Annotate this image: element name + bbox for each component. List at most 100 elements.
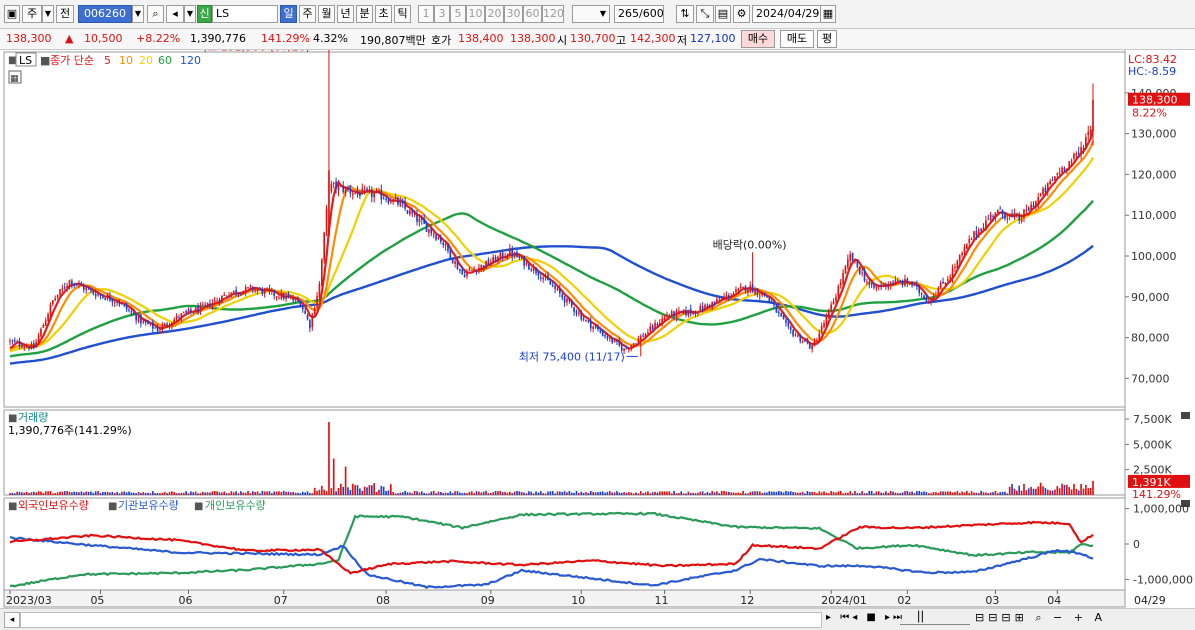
volume-bar — [856, 493, 859, 495]
period-2-button[interactable]: 월 — [318, 5, 335, 23]
calendar-icon[interactable]: ▦ — [820, 5, 836, 23]
interval-20-button[interactable]: 20 — [485, 5, 504, 23]
period-5-button[interactable]: 초 — [375, 5, 392, 23]
volume-bar — [713, 492, 716, 495]
interval-10-button[interactable]: 10 — [466, 5, 485, 23]
candle-body — [1063, 167, 1066, 171]
candle-body — [732, 293, 735, 297]
candle-body — [166, 323, 168, 326]
candle-body — [199, 305, 202, 312]
scroll-track[interactable] — [20, 612, 822, 628]
volume-bar — [168, 492, 171, 495]
candle-body — [478, 267, 480, 272]
volume-bar — [851, 493, 854, 495]
interval-120-button[interactable]: 120 — [542, 5, 564, 23]
volume-bar — [304, 492, 306, 495]
volume-bar — [520, 492, 523, 495]
chart-tools-icon[interactable]: ⇅ — [676, 5, 694, 23]
volume-bar — [535, 491, 537, 495]
volume-bar — [511, 493, 514, 495]
candle-body — [932, 296, 935, 302]
volume-bar — [444, 492, 447, 495]
candle-body — [582, 318, 585, 320]
interval-select[interactable]: ▼ — [572, 5, 610, 23]
y-tick-label: 110,000 — [1131, 209, 1177, 222]
candle-body — [25, 346, 28, 348]
credit-badge: 신 — [197, 5, 212, 23]
chevron-down-icon[interactable]: ▼ — [42, 5, 54, 23]
period-3-button[interactable]: 년 — [337, 5, 354, 23]
period-4-button[interactable]: 분 — [356, 5, 373, 23]
volume-bar — [240, 491, 242, 495]
period-6-button[interactable]: 틱 — [394, 5, 411, 23]
volume-bar — [423, 493, 425, 495]
low-price: 127,100 — [690, 32, 736, 45]
candle-body — [154, 327, 157, 329]
period-1-button[interactable]: 주 — [299, 5, 316, 23]
buy-button[interactable]: 매수 — [741, 30, 775, 48]
volume-bar — [582, 492, 585, 495]
interval-60-button[interactable]: 60 — [523, 5, 542, 23]
gear-icon[interactable]: ⚙ — [733, 5, 750, 23]
volume-bar — [935, 492, 937, 495]
volume-bar — [758, 491, 761, 495]
candle-body — [939, 283, 942, 289]
stock-chart[interactable]: 70,000 80,000 90,000 100,000 110,000 120,000 1… — [0, 50, 1195, 608]
interval-30-button[interactable]: 30 — [504, 5, 523, 23]
candle-body — [1065, 168, 1068, 171]
volume-bar — [459, 492, 461, 495]
chart-scrollbar[interactable]: ◂ ▸ ⏮◂ ■ ▸⏭ ▕▏ ⊟⊟⊟⊞ ⌕ − + A — [0, 608, 1195, 630]
volume-bar — [42, 493, 45, 495]
volume-value: 1,390,776 — [190, 32, 246, 45]
market-type-select[interactable]: 주 — [22, 5, 42, 23]
candle-body — [428, 229, 430, 233]
zoom-slider[interactable] — [900, 612, 970, 625]
candle-body — [725, 295, 728, 297]
volume-bar — [823, 491, 825, 495]
volume-bar — [154, 493, 157, 495]
candle-body — [482, 265, 485, 268]
draw-tools-icon[interactable]: ⤡ — [696, 5, 714, 23]
exdiv-annotation: 배당락(0.00%) — [713, 238, 787, 251]
volume-bar — [47, 491, 49, 495]
scroll-left-icon[interactable]: ◂ — [4, 612, 20, 628]
sell-button[interactable]: 매도 — [780, 30, 814, 48]
candle-body — [599, 330, 602, 333]
candle-body — [223, 294, 226, 296]
view-tools[interactable]: ⊟⊟⊟⊞ ⌕ − + A — [975, 611, 1106, 625]
interval-5-button[interactable]: 5 — [450, 5, 466, 23]
volume-bar — [230, 491, 233, 495]
volume-bar — [1004, 491, 1006, 495]
speaker-icon[interactable]: ◂ — [166, 5, 184, 23]
code-dropdown-icon[interactable]: ▼ — [132, 5, 144, 23]
chevron-down-icon[interactable]: ▼ — [184, 5, 196, 23]
volume-bar — [844, 492, 847, 495]
volume-bar — [875, 491, 878, 495]
candle-body — [735, 289, 737, 293]
date-field[interactable]: 2024/04/29 — [752, 5, 822, 23]
volume-bar — [249, 493, 252, 495]
search-icon[interactable]: ⌕ — [147, 5, 164, 23]
period-0-button[interactable]: 일 — [280, 5, 297, 23]
save-icon[interactable]: ▤ — [715, 5, 731, 23]
candle-body — [430, 227, 433, 234]
volume-bar — [658, 491, 661, 495]
candle-body — [187, 309, 190, 312]
volume-bar — [1082, 488, 1085, 495]
candle-body — [754, 289, 756, 295]
candle-body — [920, 293, 923, 295]
stock-code-input[interactable]: 006260 — [78, 5, 132, 23]
candle-body — [497, 256, 499, 261]
layout-icon[interactable]: ▣ — [4, 5, 20, 23]
volume-bar — [685, 493, 687, 495]
data-count-field[interactable]: 265/600 — [614, 5, 664, 23]
volume-bar — [428, 493, 430, 495]
interval-3-button[interactable]: 3 — [434, 5, 450, 23]
eval-button[interactable]: 평 — [817, 30, 837, 48]
candle-body — [823, 323, 825, 328]
interval-1-button[interactable]: 1 — [418, 5, 434, 23]
volume-bar — [425, 493, 428, 495]
prev-button[interactable]: 전 — [56, 5, 74, 23]
candle-body — [397, 198, 399, 205]
volume-bar — [842, 493, 844, 495]
